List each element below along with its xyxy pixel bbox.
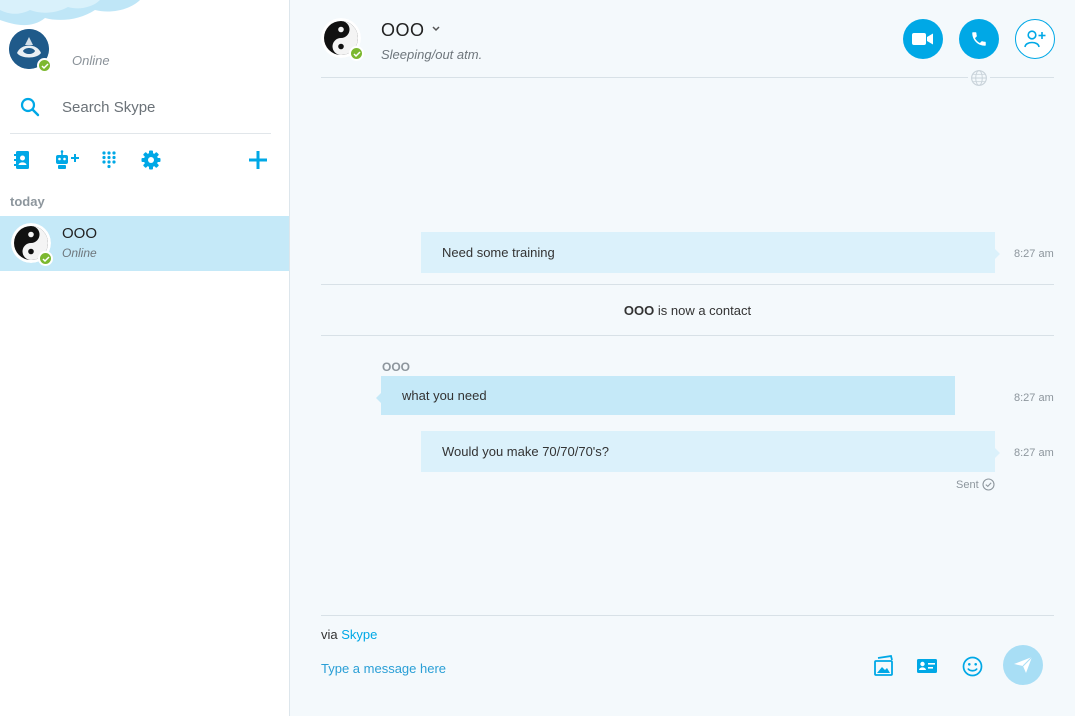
via-indicator: via Skype	[321, 627, 377, 642]
cloud-decoration	[0, 0, 140, 26]
system-divider	[321, 284, 1054, 285]
message-time: 8:27 am	[1014, 248, 1054, 260]
settings-button[interactable]	[139, 148, 163, 172]
contacts-button[interactable]	[10, 148, 34, 172]
presence-online-icon	[37, 58, 52, 73]
message-sender-name: OOO	[382, 360, 411, 374]
phone-icon	[972, 32, 986, 46]
audio-call-button[interactable]	[959, 19, 999, 59]
sent-status: Sent	[956, 478, 995, 491]
sidebar-toolbar	[0, 145, 289, 173]
search-icon	[20, 97, 40, 117]
chat-pane: OOO Sleeping/out atm. Need some training	[291, 0, 1075, 716]
header-divider	[321, 77, 1054, 78]
add-bot-button[interactable]	[53, 148, 81, 172]
contact-name[interactable]: OOO	[381, 20, 425, 41]
sent-check-icon	[982, 478, 995, 491]
dialpad-icon	[102, 151, 116, 169]
settings-icon	[141, 150, 161, 170]
presence-online-icon	[38, 251, 53, 266]
message-bubble-incoming[interactable]: what you need	[376, 376, 955, 415]
conversation-name: OOO	[62, 225, 98, 242]
message-text: Would you make 70/70/70's?	[442, 444, 610, 459]
new-chat-button[interactable]	[246, 148, 270, 172]
message-input[interactable]	[321, 658, 841, 678]
add-bot-icon	[56, 150, 79, 169]
system-message-name: OOO	[623, 303, 655, 318]
chevron-down-icon[interactable]	[431, 24, 441, 34]
dialpad-button[interactable]	[97, 148, 121, 172]
conversation-item[interactable]: OOO Online	[0, 216, 289, 271]
message-bubble-outgoing[interactable]: Would you make 70/70/70's?	[421, 431, 1000, 472]
emoticon-button[interactable]	[960, 654, 984, 678]
conversation-status: Online	[62, 246, 97, 260]
send-icon	[1014, 656, 1033, 673]
message-text: what you need	[402, 388, 487, 403]
image-icon	[874, 655, 893, 676]
add-people-button[interactable]	[1015, 19, 1055, 59]
presence-online-icon	[349, 46, 364, 61]
message-text: Need some training	[442, 245, 555, 260]
globe-icon[interactable]	[968, 67, 990, 89]
self-status[interactable]: Online	[72, 53, 110, 68]
message-time: 8:27 am	[1014, 392, 1054, 404]
smiley-icon	[962, 656, 982, 676]
send-button[interactable]	[1003, 645, 1043, 685]
message-bubble-outgoing[interactable]: Need some training	[421, 232, 1000, 273]
contact-mood: Sleeping/out atm.	[381, 47, 483, 62]
sent-status-label: Sent	[956, 478, 979, 491]
via-skype-link[interactable]: Skype	[341, 627, 377, 642]
system-message-text: is now a contact	[657, 303, 752, 318]
video-camera-icon	[912, 33, 933, 45]
system-divider	[321, 335, 1054, 336]
message-time: 8:27 am	[1014, 447, 1054, 459]
system-message: OOO is now a contact	[321, 303, 1054, 318]
search-bar[interactable]	[10, 88, 271, 134]
search-input[interactable]	[62, 96, 262, 118]
plus-icon	[249, 151, 267, 169]
contacts-icon	[14, 151, 29, 169]
send-contact-button[interactable]	[915, 654, 939, 678]
contact-card-icon	[917, 659, 937, 673]
compose-divider	[321, 615, 1054, 616]
recent-section-header: today	[10, 194, 45, 209]
via-prefix: via	[321, 627, 338, 642]
sidebar: Online Search Skype today OOO Online	[0, 0, 290, 716]
send-image-button[interactable]	[872, 654, 896, 678]
add-person-icon	[1024, 30, 1046, 48]
video-call-button[interactable]	[903, 19, 943, 59]
